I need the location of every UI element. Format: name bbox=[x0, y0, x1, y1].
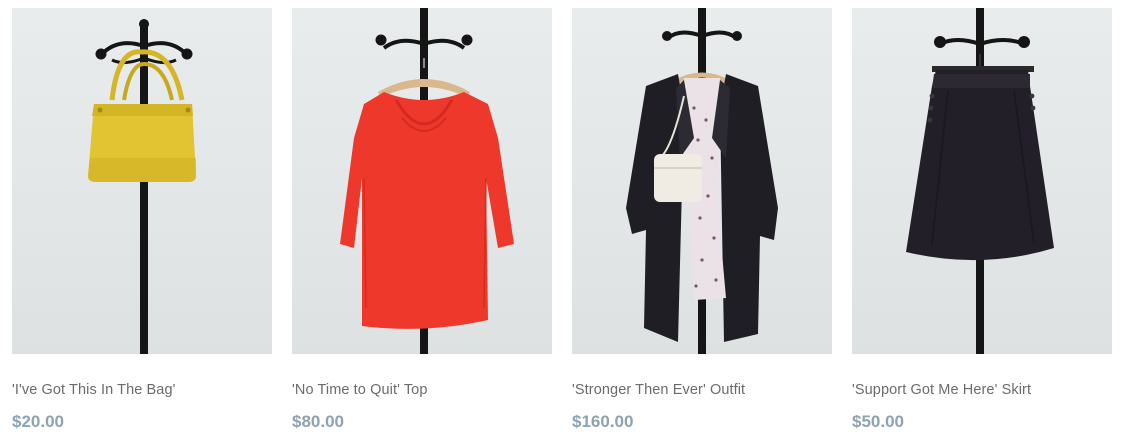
product-price: $50.00 bbox=[852, 412, 904, 431]
product-image[interactable] bbox=[572, 8, 832, 354]
product-card: 'No Time to Quit' Top $80.00 bbox=[292, 8, 552, 438]
product-image[interactable] bbox=[292, 8, 552, 354]
product-card: 'Stronger Then Ever' Outfit $160.00 bbox=[572, 8, 832, 438]
product-price: $160.00 bbox=[572, 412, 634, 431]
product-image[interactable] bbox=[852, 8, 1112, 354]
product-name[interactable]: 'I've Got This In The Bag' bbox=[12, 382, 176, 398]
product-name[interactable]: 'No Time to Quit' Top bbox=[292, 382, 428, 398]
product-price: $20.00 bbox=[12, 412, 64, 431]
product-card: 'Support Got Me Here' Skirt $50.00 bbox=[852, 8, 1112, 438]
product-price: $80.00 bbox=[292, 412, 344, 431]
product-image[interactable] bbox=[12, 8, 272, 354]
product-name[interactable]: 'Support Got Me Here' Skirt bbox=[852, 382, 1031, 398]
product-card: 'I've Got This In The Bag' $20.00 bbox=[12, 8, 272, 438]
product-grid: 'I've Got This In The Bag' $20.00 'No Ti… bbox=[12, 8, 1112, 438]
product-name[interactable]: 'Stronger Then Ever' Outfit bbox=[572, 382, 745, 398]
